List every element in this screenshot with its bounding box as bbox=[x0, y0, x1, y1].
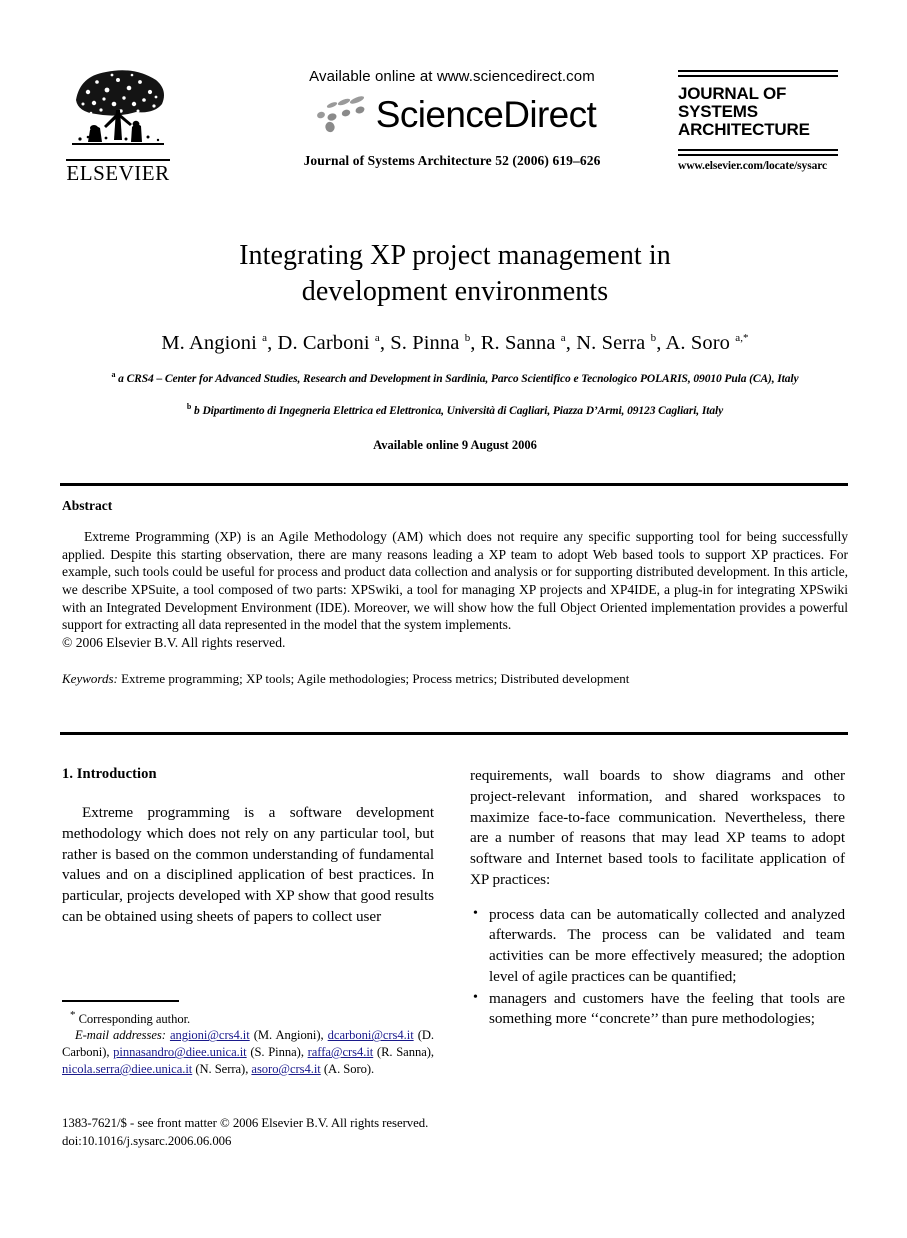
available-online-at-text: Available online at www.sciencedirect.co… bbox=[309, 68, 595, 85]
email-addresses-label: E-mail addresses: bbox=[75, 1028, 166, 1043]
masthead: ELSEVIER Available online at www.science… bbox=[0, 0, 907, 215]
abstract-top-rule bbox=[60, 483, 848, 486]
paper-title-line-2: development environments bbox=[301, 275, 609, 307]
email-person-raffa: (R. Sanna) bbox=[376, 1045, 431, 1060]
abstract-copyright: © 2006 Elsevier B.V. All rights reserved… bbox=[62, 635, 286, 651]
email-link-angioni[interactable]: angioni@crs4.it bbox=[170, 1028, 250, 1042]
sciencedirect-logo-row: ScienceDirect bbox=[232, 91, 672, 137]
affiliation-marker-a: a bbox=[111, 369, 116, 379]
journal-logo-top-rule bbox=[678, 70, 838, 77]
email-person-asoro: (A. Soro) bbox=[323, 1061, 371, 1076]
sciencedirect-wordmark: ScienceDirect bbox=[375, 93, 597, 135]
email-person-nicolaserra: (N. Serra) bbox=[195, 1061, 246, 1076]
keywords-line: Keywords: Extreme programming; XP tools;… bbox=[62, 671, 848, 688]
affiliation-b-text: b Dipartimento di Ingegneria Elettrica e… bbox=[194, 404, 724, 417]
section-heading-introduction: 1. Introduction bbox=[62, 766, 157, 782]
journal-url: www.elsevier.com/locate/sysarc bbox=[678, 160, 828, 173]
author-list: M. Angioni a, D. Carboni a, S. Pinna b, … bbox=[161, 331, 749, 354]
corresponding-author-marker: * bbox=[70, 1008, 76, 1021]
journal-logo-line-1: JOURNAL OF bbox=[678, 84, 787, 103]
affiliation-marker-b: b bbox=[186, 402, 192, 412]
body-column-left: 1. Introduction Extreme programming is a… bbox=[62, 766, 434, 928]
elsevier-wordmark: ELSEVIER bbox=[66, 161, 170, 185]
abstract-text: Extreme Programming (XP) is an Agile Met… bbox=[62, 529, 848, 633]
title-block: Integrating XP project management in dev… bbox=[62, 238, 848, 453]
elsevier-tree-logo-icon bbox=[66, 66, 170, 158]
journal-logo-block: JOURNAL OF SYSTEMS ARCHITECTURE www.else… bbox=[678, 70, 843, 172]
sciencedirect-logo-block: Available online at www.sciencedirect.co… bbox=[232, 68, 672, 169]
intro-paragraph-left: Extreme programming is a software develo… bbox=[62, 804, 434, 925]
journal-logo-title: JOURNAL OF SYSTEMS ARCHITECTURE bbox=[678, 84, 843, 140]
available-online-date: Available online 9 August 2006 bbox=[373, 437, 537, 452]
issn-copyright-line: 1383-7621/$ - see front matter © 2006 El… bbox=[62, 1116, 429, 1130]
affiliation-b: b b Dipartimento di Ingegneria Elettrica… bbox=[62, 401, 848, 420]
abstract-block: Abstract Extreme Programming (XP) is an … bbox=[62, 498, 848, 688]
email-person-pinnasandro: (S. Pinna) bbox=[250, 1045, 301, 1060]
journal-logo-bottom-rule bbox=[678, 149, 838, 157]
elsevier-logo: ELSEVIER bbox=[62, 66, 174, 184]
email-person-angioni: (M. Angioni) bbox=[253, 1028, 321, 1043]
journal-logo-line-2: SYSTEMS bbox=[678, 102, 758, 122]
journal-logo-line-3: ARCHITECTURE bbox=[678, 120, 810, 140]
footnote-block: * Corresponding author. E-mail addresses… bbox=[62, 1000, 434, 1078]
paper-title-line-1: Integrating XP project management in bbox=[239, 240, 671, 271]
affiliation-a-text: a CRS4 – Center for Advanced Studies, Re… bbox=[118, 372, 799, 385]
body-column-right: requirements, wall boards to show diagra… bbox=[470, 766, 845, 1031]
email-link-raffa[interactable]: raffa@crs4.it bbox=[308, 1045, 374, 1059]
author-affiliation-marker: b bbox=[464, 331, 471, 344]
bullet-icon: • bbox=[473, 989, 478, 1005]
page-footer: 1383-7621/$ - see front matter © 2006 El… bbox=[62, 1115, 562, 1150]
reasons-bullet-list: • process data can be automatically colle… bbox=[470, 905, 845, 1031]
list-item-text: managers and customers have the feeling … bbox=[489, 989, 845, 1028]
doi-line: doi:10.1016/j.sysarc.2006.06.006 bbox=[62, 1133, 232, 1148]
abstract-heading: Abstract bbox=[62, 498, 113, 513]
page-title: Integrating XP project management in dev… bbox=[62, 238, 848, 310]
author-affiliation-marker: a bbox=[560, 331, 566, 344]
affiliation-a: a a CRS4 – Center for Advanced Studies, … bbox=[62, 369, 848, 388]
list-item: • process data can be automatically colle… bbox=[473, 905, 845, 988]
list-item-text: process data can be automatically collec… bbox=[489, 905, 845, 985]
list-item: • managers and customers have the feeling… bbox=[473, 989, 845, 1031]
email-link-asoro[interactable]: asoro@crs4.it bbox=[251, 1062, 320, 1076]
abstract-bottom-rule bbox=[60, 732, 848, 735]
email-addresses-note: E-mail addresses: angioni@crs4.it (M. An… bbox=[62, 1028, 434, 1076]
keywords-label: Keywords: bbox=[62, 670, 118, 686]
email-link-dcarboni[interactable]: dcarboni@crs4.it bbox=[328, 1028, 414, 1042]
author-affiliation-marker: b bbox=[650, 331, 657, 344]
keywords-value: Extreme programming; XP tools; Agile met… bbox=[121, 670, 630, 686]
article-page: ELSEVIER Available online at www.science… bbox=[0, 0, 907, 1238]
email-link-pinnasandro[interactable]: pinnasandro@diee.unica.it bbox=[113, 1045, 247, 1059]
corresponding-author-text: Corresponding author. bbox=[78, 1011, 191, 1026]
author-affiliation-marker: a,* bbox=[735, 331, 749, 344]
bullet-icon: • bbox=[473, 905, 478, 921]
intro-paragraph-right: requirements, wall boards to show diagra… bbox=[470, 767, 845, 888]
corresponding-author-note: * Corresponding author. bbox=[62, 1008, 434, 1028]
footnote-rule bbox=[62, 1000, 179, 1002]
sciencedirect-swoosh-icon bbox=[316, 96, 365, 133]
author-affiliation-marker: a bbox=[374, 331, 380, 344]
journal-citation-line: Journal of Systems Architecture 52 (2006… bbox=[303, 153, 601, 168]
author-affiliation-marker: a bbox=[262, 331, 268, 344]
email-link-nicolaserra[interactable]: nicola.serra@diee.unica.it bbox=[62, 1062, 192, 1076]
